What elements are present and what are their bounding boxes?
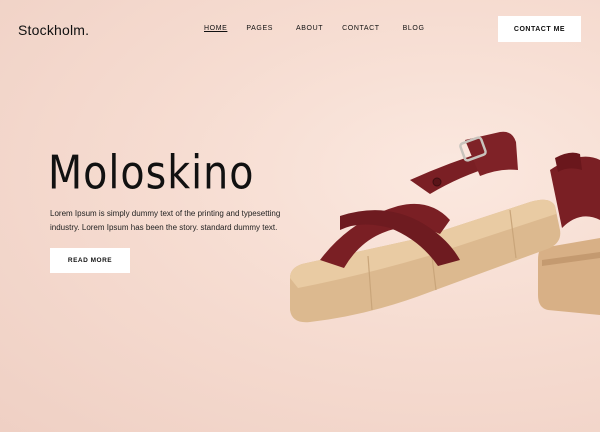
nav-contact[interactable]: CONTACT xyxy=(342,25,380,32)
sandal-product-image xyxy=(290,131,600,323)
main-nav: HOME PAGES ABOUT CONTACT BLOG xyxy=(204,25,425,32)
hero-description: Lorem Ipsum is simply dummy text of the … xyxy=(50,209,281,232)
front-sandal xyxy=(290,131,561,323)
nav-blog[interactable]: BLOG xyxy=(403,25,425,32)
read-more-button[interactable]: READ MORE xyxy=(50,248,130,273)
nav-home[interactable]: HOME xyxy=(204,25,227,32)
logo[interactable]: Stockholm. xyxy=(18,22,89,38)
nav-about[interactable]: ABOUT xyxy=(296,25,323,32)
contact-me-button[interactable]: CONTACT ME xyxy=(498,16,581,42)
hero-title: Moloskino xyxy=(48,146,255,201)
nav-pages[interactable]: PAGES xyxy=(246,25,273,32)
